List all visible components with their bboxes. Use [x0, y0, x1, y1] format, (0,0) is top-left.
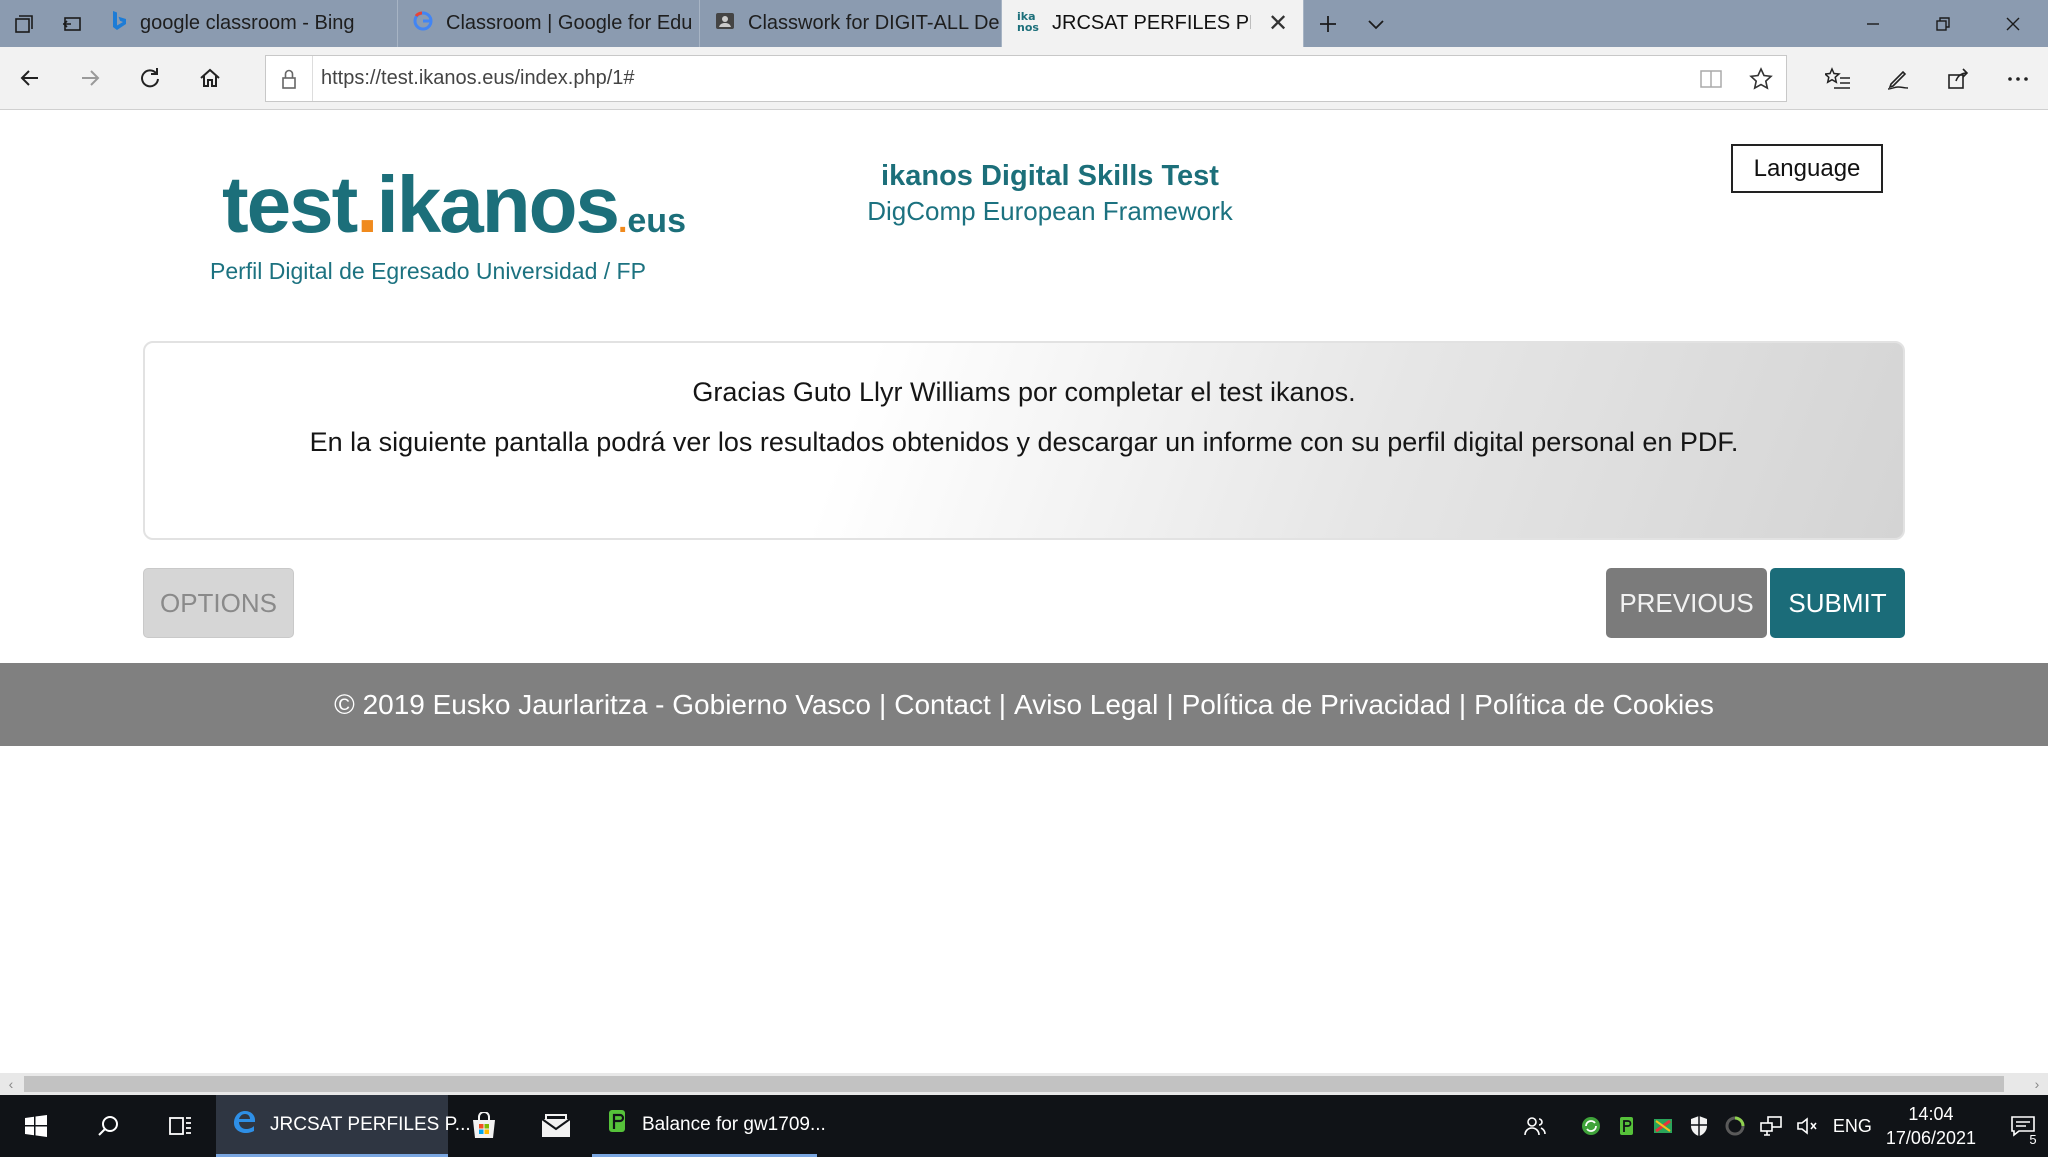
- browser-tab-active[interactable]: ikanos JRCSAT PERFILES PROFE ✕: [1002, 0, 1304, 47]
- tab-title: google classroom - Bing: [140, 12, 355, 34]
- header-title: ikanos Digital Skills Test: [881, 160, 1219, 192]
- footer-separator: |: [1166, 688, 1174, 720]
- spinner-icon[interactable]: [1717, 1115, 1753, 1137]
- previous-button[interactable]: PREVIOUS: [1606, 568, 1767, 638]
- share-icon[interactable]: [1928, 47, 1988, 110]
- web-page: test.ikanos.eus Perfil Digital de Egresa…: [0, 110, 2048, 1073]
- tab-actions-icon[interactable]: [0, 0, 48, 47]
- bing-icon: [110, 10, 128, 38]
- logo-wordmark: test.ikanos.eus: [222, 160, 686, 266]
- logo-dot: .: [356, 160, 378, 249]
- close-tab-icon[interactable]: ✕: [1263, 9, 1293, 38]
- scroll-right-icon[interactable]: ›: [2026, 1073, 2048, 1095]
- back-arrow-icon[interactable]: [0, 47, 60, 110]
- options-button[interactable]: OPTIONS: [143, 568, 294, 638]
- google-icon: [412, 10, 434, 38]
- system-tray: ENG 14:04 17/06/2021 5: [1517, 1095, 2048, 1157]
- classroom-icon: [714, 10, 736, 38]
- ikanos-icon: ika nos: [1016, 9, 1040, 39]
- people-icon[interactable]: [1517, 1114, 1553, 1138]
- chevron-down-icon[interactable]: [1352, 0, 1400, 47]
- close-window-icon[interactable]: [1978, 0, 2048, 47]
- taskbar-app-label: JRCSAT PERFILES P...: [270, 1113, 471, 1135]
- green-app-tray-icon[interactable]: [1609, 1115, 1645, 1137]
- browser-tab[interactable]: Classwork for DIGIT-ALL De: [700, 0, 1002, 47]
- windows-start-icon[interactable]: [0, 1095, 72, 1157]
- logo-part: ikanos: [376, 160, 620, 249]
- site-header: ikanos Digital Skills Test DigComp Europ…: [700, 158, 1400, 228]
- footer-contact-link[interactable]: Contact: [894, 689, 991, 721]
- home-icon[interactable]: [180, 47, 240, 110]
- url-text[interactable]: https://test.ikanos.eus/index.php/1#: [312, 56, 1686, 101]
- language-button[interactable]: Language: [1731, 144, 1883, 193]
- mail-icon[interactable]: [520, 1095, 592, 1157]
- address-bar[interactable]: https://test.ikanos.eus/index.php/1#: [265, 55, 1787, 102]
- shield-icon[interactable]: [1681, 1115, 1717, 1137]
- header-subtitle: DigComp European Framework: [867, 196, 1233, 226]
- browser-tab-strip: google classroom - Bing Classroom | Goog…: [0, 0, 2048, 47]
- ikanos-logo[interactable]: test.ikanos.eus: [222, 160, 686, 250]
- tab-title: Classwork for DIGIT-ALL De: [748, 12, 1000, 34]
- browser-navigation-bar: https://test.ikanos.eus/index.php/1#: [0, 47, 2048, 110]
- sync-icon[interactable]: [1573, 1115, 1609, 1137]
- green-app-icon: [606, 1108, 630, 1142]
- network-icon[interactable]: [1753, 1115, 1789, 1137]
- lock-icon[interactable]: [266, 68, 312, 90]
- scroll-left-icon[interactable]: ‹: [0, 1073, 22, 1095]
- microsoft-store-icon[interactable]: [448, 1095, 520, 1157]
- footer-separator: |: [998, 688, 1007, 720]
- volume-muted-icon[interactable]: [1789, 1115, 1825, 1137]
- browser-toolbar-right: [1808, 47, 2048, 110]
- taskbar-app-label: Balance for gw1709...: [642, 1113, 826, 1135]
- refresh-icon[interactable]: [120, 47, 180, 110]
- logo-subtitle: Perfil Digital de Egresado Universidad /…: [210, 258, 646, 284]
- minimize-icon[interactable]: [1838, 0, 1908, 47]
- edge-icon: [230, 1108, 258, 1142]
- footer-separator: |: [1458, 688, 1467, 720]
- pen-notes-icon[interactable]: [1868, 47, 1928, 110]
- restore-icon[interactable]: [1908, 0, 1978, 47]
- site-footer: © 2019 Eusko Jaurlaritza - Gobierno Vasc…: [0, 663, 2048, 746]
- scrollbar-thumb[interactable]: [24, 1076, 2004, 1092]
- thank-you-message: Gracias Guto Llyr Williams por completar…: [692, 377, 1356, 407]
- footer-copyright: © 2019 Eusko Jaurlaritza - Gobierno Vasc…: [334, 688, 871, 720]
- completion-message-box: Gracias Guto Llyr Williams por completar…: [143, 341, 1905, 540]
- footer-separator: |: [878, 688, 887, 720]
- favorites-list-icon[interactable]: [1808, 47, 1868, 110]
- footer-legal-link[interactable]: Aviso Legal: [1014, 689, 1158, 721]
- favorite-star-icon[interactable]: [1736, 66, 1786, 91]
- submit-button[interactable]: SUBMIT: [1770, 568, 1905, 638]
- logo-suffix: eus: [627, 202, 686, 240]
- set-aside-tabs-icon[interactable]: [48, 0, 96, 47]
- tab-title: Classroom | Google for Edu: [446, 12, 693, 34]
- more-options-icon[interactable]: [1988, 47, 2048, 110]
- taskbar-app-edge[interactable]: JRCSAT PERFILES P...: [216, 1095, 471, 1157]
- task-view-icon[interactable]: [144, 1095, 216, 1157]
- window-controls: [1838, 0, 2048, 47]
- svg-text:nos: nos: [1017, 21, 1039, 33]
- footer-privacy-link[interactable]: Política de Privacidad: [1182, 689, 1451, 721]
- footer-cookies-link[interactable]: Política de Cookies: [1474, 689, 1714, 721]
- tab-title: JRCSAT PERFILES PROFE: [1052, 12, 1251, 34]
- action-center-icon[interactable]: 5: [1998, 1095, 2048, 1157]
- clock-time: 14:04: [1908, 1104, 1954, 1124]
- clock-date: 17/06/2021: [1885, 1128, 1976, 1148]
- system-clock[interactable]: 14:04 17/06/2021: [1886, 1102, 1976, 1150]
- logo-part: test: [222, 160, 358, 249]
- windows-taskbar: JRCSAT PERFILES P... Balance for gw1709.…: [0, 1095, 2048, 1157]
- input-language-indicator[interactable]: ENG: [1833, 1116, 1872, 1137]
- results-info-message: En la siguiente pantalla podrá ver los r…: [309, 427, 1739, 457]
- forward-arrow-icon[interactable]: [60, 47, 120, 110]
- reading-view-icon[interactable]: [1686, 68, 1736, 90]
- colorful-app-tray-icon[interactable]: [1645, 1115, 1681, 1137]
- horizontal-scrollbar[interactable]: ‹ ›: [0, 1073, 2048, 1095]
- browser-tab[interactable]: Classroom | Google for Edu: [398, 0, 700, 47]
- logo-dot: .: [617, 202, 628, 240]
- notification-count-badge: 5: [2025, 1132, 2041, 1147]
- new-tab-icon[interactable]: [1304, 0, 1352, 47]
- taskbar-app-balance[interactable]: Balance for gw1709...: [592, 1095, 826, 1157]
- search-icon[interactable]: [72, 1095, 144, 1157]
- browser-tab[interactable]: google classroom - Bing: [96, 0, 398, 47]
